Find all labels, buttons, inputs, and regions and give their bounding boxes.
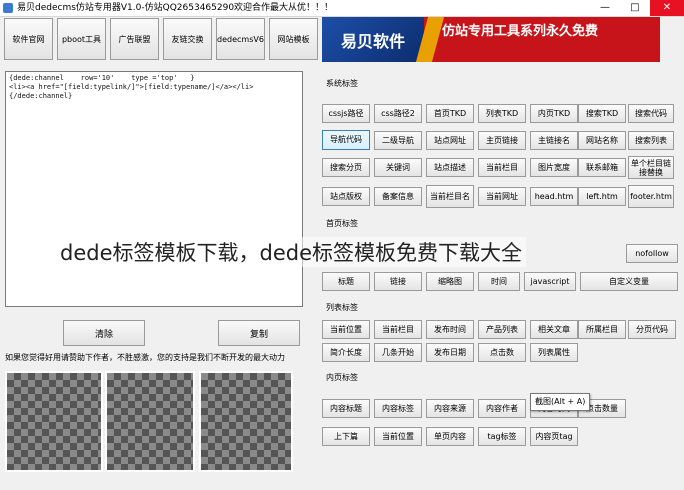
sys-tag-button[interactable]: 图片宽度 <box>530 158 578 177</box>
sys-tag-button[interactable]: left.htm <box>578 187 626 206</box>
home-tag-button[interactable]: 缩略图 <box>426 272 474 291</box>
home-tag-button[interactable]: 时间 <box>478 272 520 291</box>
sys-tag-button[interactable]: 备案信息 <box>374 187 422 206</box>
dedecms-v6-button[interactable]: dedecmsV6 <box>216 18 265 60</box>
sys-tag-button[interactable]: 搜索分页 <box>322 158 370 177</box>
sys-tag-button[interactable]: 当前栏目 <box>478 158 526 177</box>
close-button[interactable]: ✕ <box>650 0 684 16</box>
list-tag-button[interactable]: 发布日期 <box>426 343 474 362</box>
sys-tag-button[interactable]: 搜索代码 <box>628 104 674 123</box>
list-tag-button[interactable]: 分页代码 <box>628 320 676 339</box>
donate-qr-code-2 <box>105 371 195 472</box>
section-title-home: 首页标签 <box>326 219 358 228</box>
ad-banner[interactable]: 易贝软件 仿站专用工具系列永久免费 <box>322 17 660 62</box>
list-tag-button[interactable]: 所属栏目 <box>578 320 626 339</box>
official-site-button[interactable]: 软件官网 <box>4 18 53 60</box>
sys-tag-button[interactable]: 导航代码 <box>322 130 370 150</box>
support-text: 如果您觉得好用请赞助下作者，不胜感激，您的支持是我们不断开发的最大动力 <box>5 353 285 362</box>
content-tag-button[interactable]: 当前位置 <box>374 427 422 446</box>
clear-button[interactable]: 清除 <box>63 320 145 346</box>
home-tag-button[interactable]: javascript <box>524 272 576 291</box>
home-tag-button[interactable]: 标题 <box>322 272 370 291</box>
ad-alliance-button[interactable]: 广告联盟 <box>110 18 159 60</box>
sys-tag-button[interactable]: 网站名称 <box>578 131 626 150</box>
sys-tag-button[interactable]: 站点描述 <box>426 158 474 177</box>
sys-tag-button[interactable]: 内页TKD <box>530 104 578 123</box>
sys-tag-button[interactable]: 站点版权 <box>322 187 370 206</box>
sys-tag-button[interactable]: 当前网址 <box>478 187 526 206</box>
sys-tag-button[interactable]: 主页链接 <box>478 131 526 150</box>
list-tag-button[interactable]: 点击数 <box>478 343 526 362</box>
friend-link-button[interactable]: 友链交换 <box>163 18 212 60</box>
sys-tag-button[interactable]: 主链接名 <box>530 131 578 150</box>
minimize-button[interactable]: — <box>590 0 620 16</box>
content-tag-button[interactable]: 内容标签 <box>374 399 422 418</box>
home-tag-button[interactable]: 自定义变量 <box>580 272 678 291</box>
window-title: 易贝dedecms仿站专用器V1.0-仿站QQ2653465290欢迎合作最大从… <box>17 3 334 13</box>
list-tag-button[interactable]: 产品列表 <box>478 320 526 339</box>
section-title-system: 系统标签 <box>326 79 358 88</box>
list-tag-button[interactable]: 列表属性 <box>530 343 578 362</box>
sys-tag-button[interactable]: 二级导航 <box>374 131 422 150</box>
content-tag-button[interactable]: 上下篇 <box>322 427 370 446</box>
code-editor[interactable]: {dede:channel row='10' type ='top' } <li… <box>5 71 303 307</box>
copy-button[interactable]: 复制 <box>218 320 300 346</box>
sys-tag-button[interactable]: 联系邮箱 <box>578 158 626 177</box>
content-tag-button[interactable]: 内容来源 <box>426 399 474 418</box>
list-tag-button[interactable]: 几条开始 <box>374 343 422 362</box>
sys-tag-button[interactable]: head.htm <box>530 187 578 206</box>
sys-tag-button[interactable]: 搜索TKD <box>578 104 626 123</box>
top-toolbar: 软件官网 pboot工具 广告联盟 友链交换 dedecmsV6 网站模板 <box>4 18 318 60</box>
app-icon <box>3 3 13 13</box>
sys-tag-button[interactable]: css路径2 <box>374 104 422 123</box>
list-tag-button[interactable]: 相关文章 <box>530 320 578 339</box>
screenshot-tooltip: 截图(Alt + A) <box>530 393 591 411</box>
maximize-button[interactable]: □ <box>620 0 650 16</box>
title-bar: 易贝dedecms仿站专用器V1.0-仿站QQ2653465290欢迎合作最大从… <box>0 0 684 17</box>
list-tag-button[interactable]: 发布时间 <box>426 320 474 339</box>
sys-tag-button[interactable]: 单个栏目链接替换 <box>628 156 674 179</box>
sys-tag-button[interactable]: 搜索列表 <box>628 131 674 150</box>
sys-tag-button[interactable]: 站点网址 <box>426 131 474 150</box>
content-tag-button[interactable]: 内容页tag <box>530 427 578 446</box>
content-tag-button[interactable]: 内容作者 <box>478 399 526 418</box>
sys-tag-button[interactable]: footer.htm <box>628 185 674 208</box>
donate-qr-code-3 <box>199 371 293 472</box>
sys-tag-button[interactable]: 列表TKD <box>478 104 526 123</box>
sys-tag-button[interactable]: 关键词 <box>374 158 422 177</box>
sys-tag-button[interactable]: cssjs路径 <box>322 104 370 123</box>
section-title-list: 列表标签 <box>326 303 358 312</box>
home-tag-button[interactable]: nofollow <box>626 244 678 263</box>
sys-tag-button[interactable]: 首页TKD <box>426 104 474 123</box>
list-tag-button[interactable]: 当前位置 <box>322 320 370 339</box>
pboot-tool-button[interactable]: pboot工具 <box>57 18 106 60</box>
overlay-caption: dede标签模板下载，dede标签模板免费下载大全 <box>56 237 526 267</box>
banner-slogan: 仿站专用工具系列永久免费 <box>442 24 599 39</box>
home-tag-button[interactable]: 链接 <box>374 272 422 291</box>
sys-tag-button[interactable]: 当前栏目名 <box>426 185 474 208</box>
site-template-button[interactable]: 网站模板 <box>269 18 318 60</box>
content-tag-button[interactable]: 单页内容 <box>426 427 474 446</box>
content-tag-button[interactable]: tag标签 <box>478 427 526 446</box>
section-title-content: 内页标签 <box>326 373 358 382</box>
content-tag-button[interactable]: 内容标题 <box>322 399 370 418</box>
banner-logo: 易贝软件 <box>322 17 424 62</box>
list-tag-button[interactable]: 简介长度 <box>322 343 370 362</box>
donate-qr-code-1 <box>5 371 103 472</box>
list-tag-button[interactable]: 当前栏目 <box>374 320 422 339</box>
